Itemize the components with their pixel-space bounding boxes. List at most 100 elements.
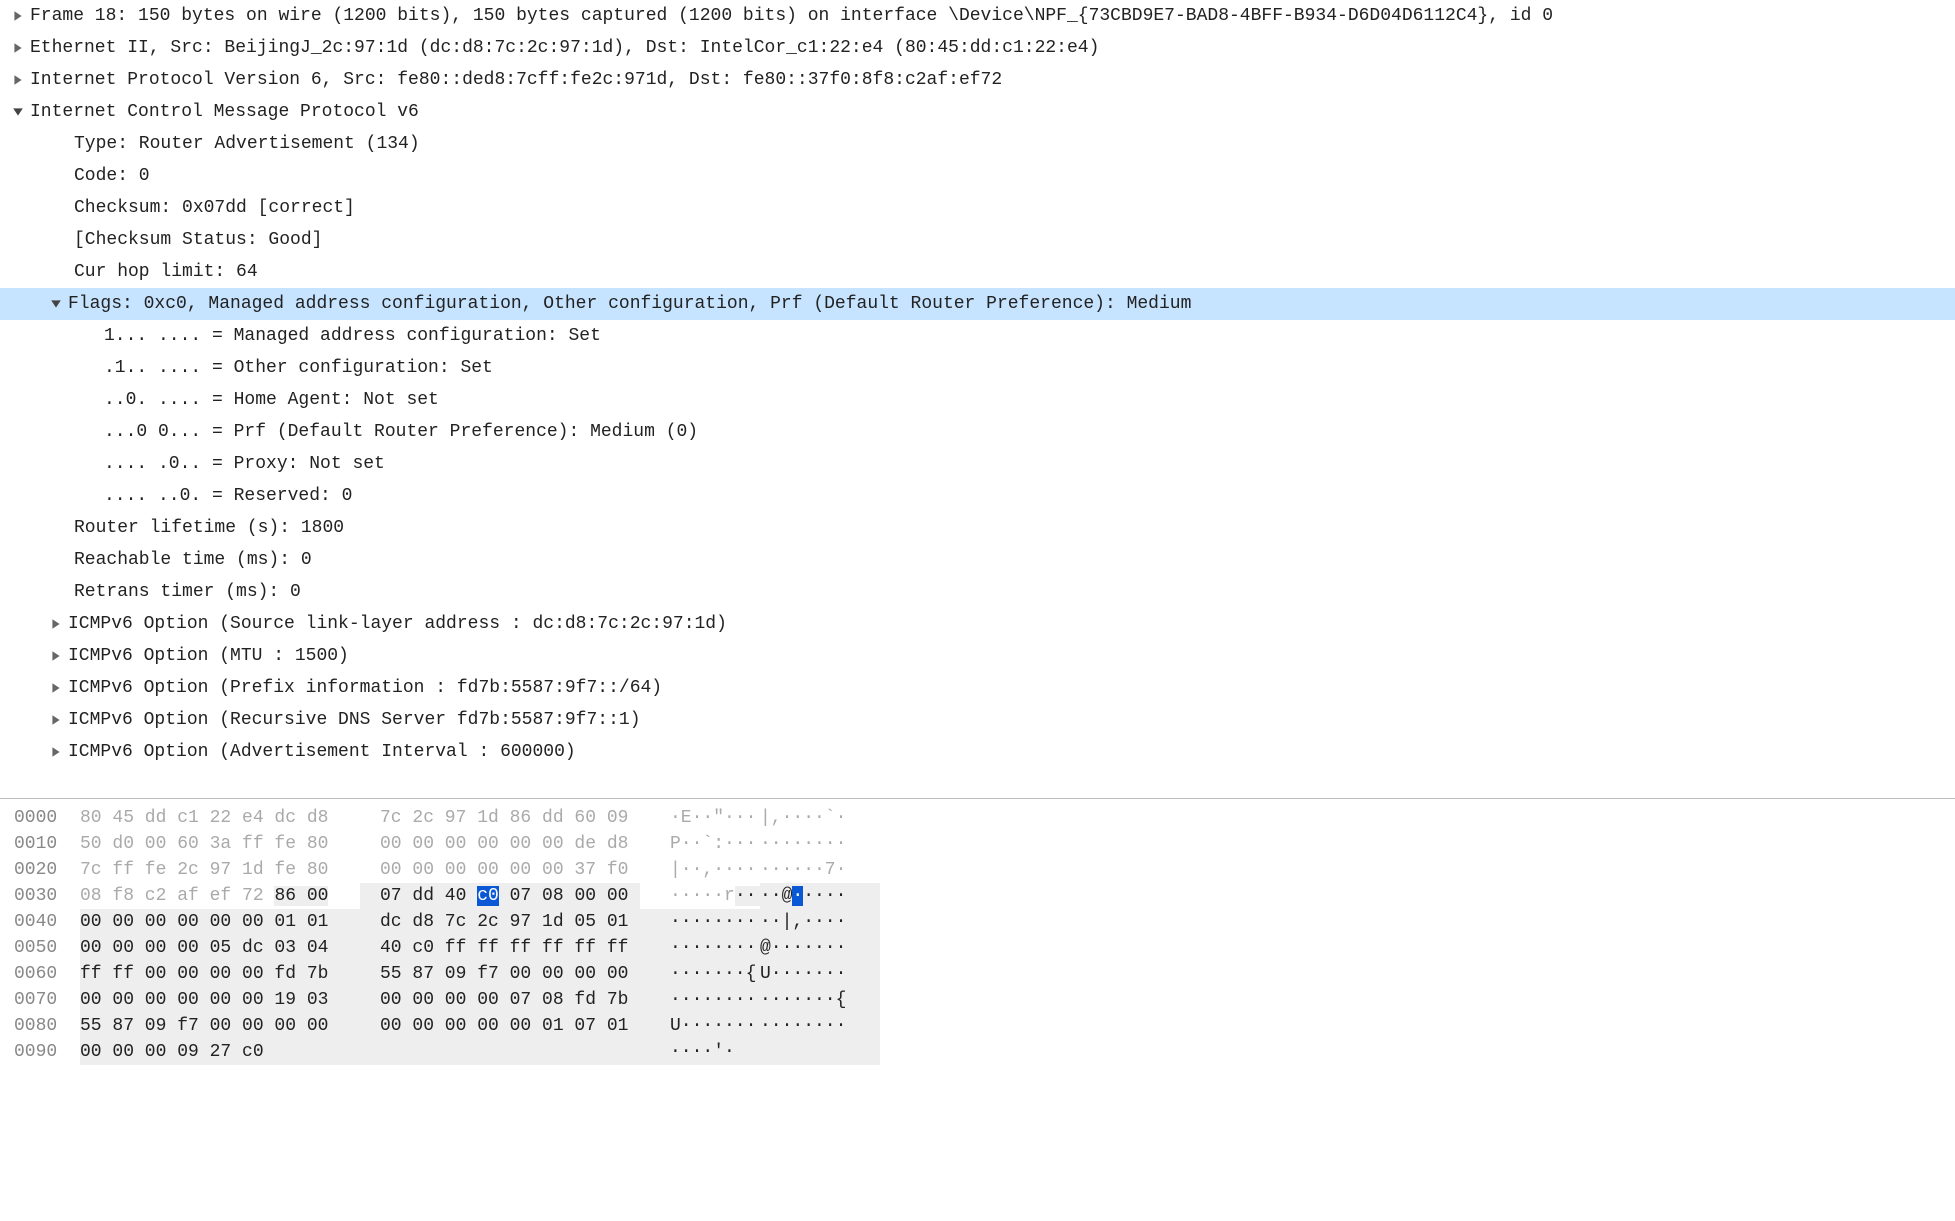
hex-row[interactable]: 005000 00 00 00 05 dc 03 0440 c0 ff ff f… (0, 935, 1955, 961)
expand-arrow-icon[interactable] (6, 10, 30, 22)
hex-bytes[interactable]: 00 00 00 00 07 08 fd 7b (360, 987, 640, 1013)
hex-bytes[interactable]: dc d8 7c 2c 97 1d 05 01 (360, 909, 640, 935)
hex-row[interactable]: 004000 00 00 00 00 00 01 01dc d8 7c 2c 9… (0, 909, 1955, 935)
hex-bytes[interactable]: 00 00 00 00 05 dc 03 04 (80, 935, 360, 961)
packet-details-pane[interactable]: Frame 18: 150 bytes on wire (1200 bits),… (0, 0, 1955, 799)
hex-offset: 0040 (0, 909, 80, 935)
tree-row-flags[interactable]: Flags: 0xc0, Managed address configurati… (0, 288, 1955, 320)
tree-text: 1... .... = Managed address configuratio… (104, 320, 601, 352)
tree-row-reachable[interactable]: Reachable time (ms): 0 (0, 544, 1955, 576)
hex-bytes[interactable] (360, 1039, 640, 1065)
hex-bytes[interactable]: 80 45 dd c1 22 e4 dc d8 (80, 805, 360, 831)
tree-row-retrans[interactable]: Retrans timer (ms): 0 (0, 576, 1955, 608)
hex-ascii: ·······{ (760, 987, 880, 1013)
tree-row-ipv6[interactable]: Internet Protocol Version 6, Src: fe80::… (0, 64, 1955, 96)
hex-ascii: ······7· (760, 857, 880, 883)
tree-text: Internet Protocol Version 6, Src: fe80::… (30, 64, 1002, 96)
hex-bytes[interactable]: 55 87 09 f7 00 00 00 00 (360, 961, 640, 987)
expand-arrow-icon[interactable] (44, 618, 68, 630)
hex-row[interactable]: 001050 d0 00 60 3a ff fe 8000 00 00 00 0… (0, 831, 1955, 857)
hex-row[interactable]: 00207c ff fe 2c 97 1d fe 8000 00 00 00 0… (0, 857, 1955, 883)
tree-row-flag-o[interactable]: .1.. .... = Other configuration: Set (0, 352, 1955, 384)
hex-dump-pane[interactable]: 000080 45 dd c1 22 e4 dc d87c 2c 97 1d 8… (0, 799, 1955, 1085)
tree-text: Frame 18: 150 bytes on wire (1200 bits),… (30, 0, 1553, 32)
hex-bytes[interactable]: 08 f8 c2 af ef 72 86 00 (80, 883, 360, 909)
hex-ascii: U······· (640, 1013, 760, 1039)
hex-bytes[interactable]: 00 00 00 00 00 00 19 03 (80, 987, 360, 1013)
expand-arrow-icon[interactable] (6, 42, 30, 54)
tree-row-opt1[interactable]: ICMPv6 Option (Source link-layer address… (0, 608, 1955, 640)
tree-row-icmpv6[interactable]: Internet Control Message Protocol v6 (0, 96, 1955, 128)
hex-ascii: |··,···· (640, 857, 760, 883)
hex-offset: 0030 (0, 883, 80, 909)
hex-bytes[interactable]: 00 00 00 00 00 00 de d8 (360, 831, 640, 857)
tree-text: Type: Router Advertisement (134) (74, 128, 420, 160)
tree-row-flag-m[interactable]: 1... .... = Managed address configuratio… (0, 320, 1955, 352)
tree-text: Code: 0 (74, 160, 150, 192)
hex-bytes[interactable]: 07 dd 40 c0 07 08 00 00 (360, 883, 640, 909)
hex-ascii: ····'· (640, 1039, 760, 1065)
tree-text: Ethernet II, Src: BeijingJ_2c:97:1d (dc:… (30, 32, 1099, 64)
tree-text: ICMPv6 Option (Recursive DNS Server fd7b… (68, 704, 641, 736)
hex-bytes[interactable]: 00 00 00 00 00 01 07 01 (360, 1013, 640, 1039)
hex-bytes[interactable]: ff ff 00 00 00 00 fd 7b (80, 961, 360, 987)
hex-bytes[interactable]: 7c 2c 97 1d 86 dd 60 09 (360, 805, 640, 831)
hex-bytes[interactable]: 40 c0 ff ff ff ff ff ff (360, 935, 640, 961)
expand-arrow-icon[interactable] (44, 746, 68, 758)
tree-text: ICMPv6 Option (Advertisement Interval : … (68, 736, 576, 768)
expand-arrow-icon[interactable] (44, 650, 68, 662)
hex-row[interactable]: 003008 f8 c2 af ef 72 86 0007 dd 40 c0 0… (0, 883, 1955, 909)
tree-text: .1.. .... = Other configuration: Set (104, 352, 493, 384)
tree-text: ICMPv6 Option (MTU : 1500) (68, 640, 349, 672)
tree-text: Reachable time (ms): 0 (74, 544, 312, 576)
tree-text: Retrans timer (ms): 0 (74, 576, 301, 608)
tree-row-curhop[interactable]: Cur hop limit: 64 (0, 256, 1955, 288)
hex-bytes[interactable]: 7c ff fe 2c 97 1d fe 80 (80, 857, 360, 883)
hex-offset: 0020 (0, 857, 80, 883)
hex-offset: 0090 (0, 1039, 80, 1065)
tree-text: Internet Control Message Protocol v6 (30, 96, 419, 128)
tree-row-checksum-status[interactable]: [Checksum Status: Good] (0, 224, 1955, 256)
expand-arrow-icon[interactable] (44, 714, 68, 726)
expand-arrow-icon[interactable] (6, 74, 30, 86)
tree-row-opt5[interactable]: ICMPv6 Option (Advertisement Interval : … (0, 736, 1955, 768)
expand-arrow-icon[interactable] (44, 682, 68, 694)
tree-text: [Checksum Status: Good] (74, 224, 322, 256)
collapse-arrow-icon[interactable] (44, 298, 68, 310)
hex-row[interactable]: 009000 00 00 09 27 c0 ····'· (0, 1039, 1955, 1065)
hex-ascii: ·····r·· (640, 883, 760, 909)
hex-ascii: ········ (760, 831, 880, 857)
hex-row[interactable]: 000080 45 dd c1 22 e4 dc d87c 2c 97 1d 8… (0, 805, 1955, 831)
tree-row-frame[interactable]: Frame 18: 150 bytes on wire (1200 bits),… (0, 0, 1955, 32)
tree-row-opt3[interactable]: ICMPv6 Option (Prefix information : fd7b… (0, 672, 1955, 704)
tree-row-opt4[interactable]: ICMPv6 Option (Recursive DNS Server fd7b… (0, 704, 1955, 736)
hex-offset: 0070 (0, 987, 80, 1013)
hex-bytes[interactable]: 50 d0 00 60 3a ff fe 80 (80, 831, 360, 857)
tree-row-checksum[interactable]: Checksum: 0x07dd [correct] (0, 192, 1955, 224)
hex-bytes[interactable]: 55 87 09 f7 00 00 00 00 (80, 1013, 360, 1039)
tree-row-opt2[interactable]: ICMPv6 Option (MTU : 1500) (0, 640, 1955, 672)
tree-row-code[interactable]: Code: 0 (0, 160, 1955, 192)
hex-bytes[interactable]: 00 00 00 00 00 00 01 01 (80, 909, 360, 935)
hex-ascii: ········ (640, 987, 760, 1013)
tree-row-flag-p[interactable]: .... .0.. = Proxy: Not set (0, 448, 1955, 480)
hex-ascii: ··|,···· (760, 909, 880, 935)
hex-offset: 0000 (0, 805, 80, 831)
hex-ascii: ··@····· (760, 883, 880, 909)
collapse-arrow-icon[interactable] (6, 106, 30, 118)
tree-row-flag-r[interactable]: .... ..0. = Reserved: 0 (0, 480, 1955, 512)
tree-row-type[interactable]: Type: Router Advertisement (134) (0, 128, 1955, 160)
hex-ascii: P··`:··· (640, 831, 760, 857)
hex-row[interactable]: 008055 87 09 f7 00 00 00 0000 00 00 00 0… (0, 1013, 1955, 1039)
tree-row-ethernet[interactable]: Ethernet II, Src: BeijingJ_2c:97:1d (dc:… (0, 32, 1955, 64)
hex-ascii: |,····`· (760, 805, 880, 831)
tree-row-router-lifetime[interactable]: Router lifetime (s): 1800 (0, 512, 1955, 544)
hex-row[interactable]: 0060ff ff 00 00 00 00 fd 7b55 87 09 f7 0… (0, 961, 1955, 987)
hex-row[interactable]: 007000 00 00 00 00 00 19 0300 00 00 00 0… (0, 987, 1955, 1013)
hex-ascii: ·······{ (640, 961, 760, 987)
hex-ascii: @······· (760, 935, 880, 961)
tree-row-flag-h[interactable]: ..0. .... = Home Agent: Not set (0, 384, 1955, 416)
hex-bytes[interactable]: 00 00 00 00 00 00 37 f0 (360, 857, 640, 883)
hex-bytes[interactable]: 00 00 00 09 27 c0 (80, 1039, 360, 1065)
tree-row-flag-prf[interactable]: ...0 0... = Prf (Default Router Preferen… (0, 416, 1955, 448)
